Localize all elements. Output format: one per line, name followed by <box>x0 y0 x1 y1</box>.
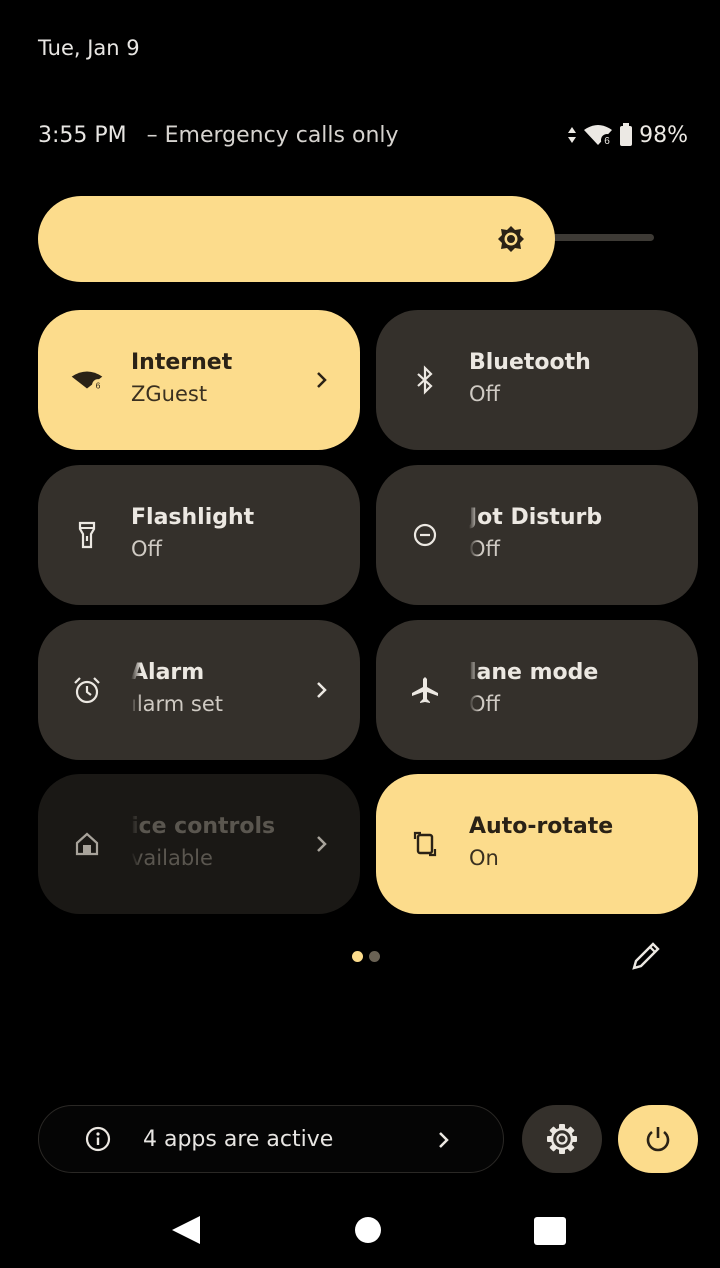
tile-label: Alarm <box>131 660 205 685</box>
tile-device-controls[interactable]: ice controls vailable <box>38 774 360 914</box>
tile-text: Flashlight Off <box>131 503 301 565</box>
tile-status: Off <box>131 537 162 561</box>
carrier-text: – Emergency calls only <box>146 122 399 148</box>
settings-button[interactable] <box>522 1105 602 1173</box>
brightness-fill <box>38 196 555 282</box>
tile-label: Internet <box>131 350 233 375</box>
chevron-right-icon <box>317 682 327 698</box>
recents-icon[interactable] <box>534 1217 566 1245</box>
page-dot-active <box>352 951 363 962</box>
tile-label: Flashlight <box>131 505 255 530</box>
gear-icon <box>547 1124 577 1154</box>
quick-settings-panel: Tue, Jan 9 3:55 PM – Emergency calls onl… <box>0 0 720 1268</box>
chevron-right-icon <box>439 1132 449 1148</box>
wifi-icon: 6 <box>584 125 614 146</box>
tile-flashlight[interactable]: Flashlight Off <box>38 465 360 605</box>
svg-text:6: 6 <box>96 381 101 391</box>
tile-text: lane mode Off <box>469 658 639 720</box>
home-nav-icon[interactable] <box>354 1216 382 1244</box>
tile-status: On <box>469 846 499 870</box>
page-indicator <box>352 951 380 962</box>
tile-text: Auto-rotate On <box>469 812 639 874</box>
tile-label: lane mode <box>469 660 599 685</box>
active-apps-label: 4 apps are active <box>143 1126 334 1152</box>
tile-status: ılarm set <box>131 692 224 716</box>
status-icons: 6 98% <box>567 118 688 152</box>
do-not-disturb-icon <box>408 518 442 552</box>
back-icon[interactable] <box>170 1214 202 1246</box>
tile-status: Off <box>469 692 500 716</box>
battery-percent: 98% <box>639 122 688 148</box>
tile-airplane-mode[interactable]: lane mode Off <box>376 620 698 760</box>
flashlight-icon <box>70 518 104 552</box>
airplane-icon <box>408 673 442 707</box>
tile-do-not-disturb[interactable]: Jot Disturb Off <box>376 465 698 605</box>
brightness-slider[interactable] <box>38 196 654 282</box>
tile-text: Alarm ılarm set <box>131 658 301 720</box>
active-apps-button[interactable]: 4 apps are active <box>38 1105 504 1173</box>
date-label: Tue, Jan 9 <box>38 36 140 60</box>
navigation-bar <box>0 1190 720 1268</box>
tile-status: ZGuest <box>131 382 208 406</box>
data-arrows-icon <box>568 127 577 143</box>
bluetooth-icon <box>408 363 442 397</box>
tile-status: vailable <box>131 846 213 870</box>
brightness-icon <box>498 226 524 252</box>
wifi-icon: 6 <box>70 363 104 397</box>
chevron-right-icon <box>317 836 327 852</box>
tile-text: Bluetooth Off <box>469 348 639 410</box>
power-button[interactable] <box>618 1105 698 1173</box>
power-icon <box>646 1127 670 1152</box>
home-icon <box>70 827 104 861</box>
chevron-right-icon <box>317 372 327 388</box>
tile-status: Off <box>469 382 500 406</box>
tile-label: Bluetooth <box>469 350 591 375</box>
tile-label: Jot Disturb <box>469 505 603 530</box>
tile-alarm[interactable]: Alarm ılarm set <box>38 620 360 760</box>
page-dot <box>369 951 380 962</box>
edit-icon[interactable] <box>628 938 664 974</box>
svg-text:6: 6 <box>604 136 610 146</box>
tile-auto-rotate[interactable]: Auto-rotate On <box>376 774 698 914</box>
tile-text: Jot Disturb Off <box>469 503 639 565</box>
battery-icon <box>620 123 633 146</box>
tile-text: ice controls vailable <box>131 812 301 874</box>
tile-label: Auto-rotate <box>469 814 614 839</box>
auto-rotate-icon <box>408 827 442 861</box>
tile-internet[interactable]: 6 Internet ZGuest <box>38 310 360 450</box>
tile-label: ice controls <box>131 814 276 839</box>
status-bar: 3:55 PM – Emergency calls only 6 98% <box>38 118 688 152</box>
clock: 3:55 PM <box>38 122 127 148</box>
tile-text: Internet ZGuest <box>131 348 301 410</box>
tile-status: Off <box>469 537 500 561</box>
tile-bluetooth[interactable]: Bluetooth Off <box>376 310 698 450</box>
alarm-icon <box>70 673 104 707</box>
info-icon <box>85 1126 111 1152</box>
